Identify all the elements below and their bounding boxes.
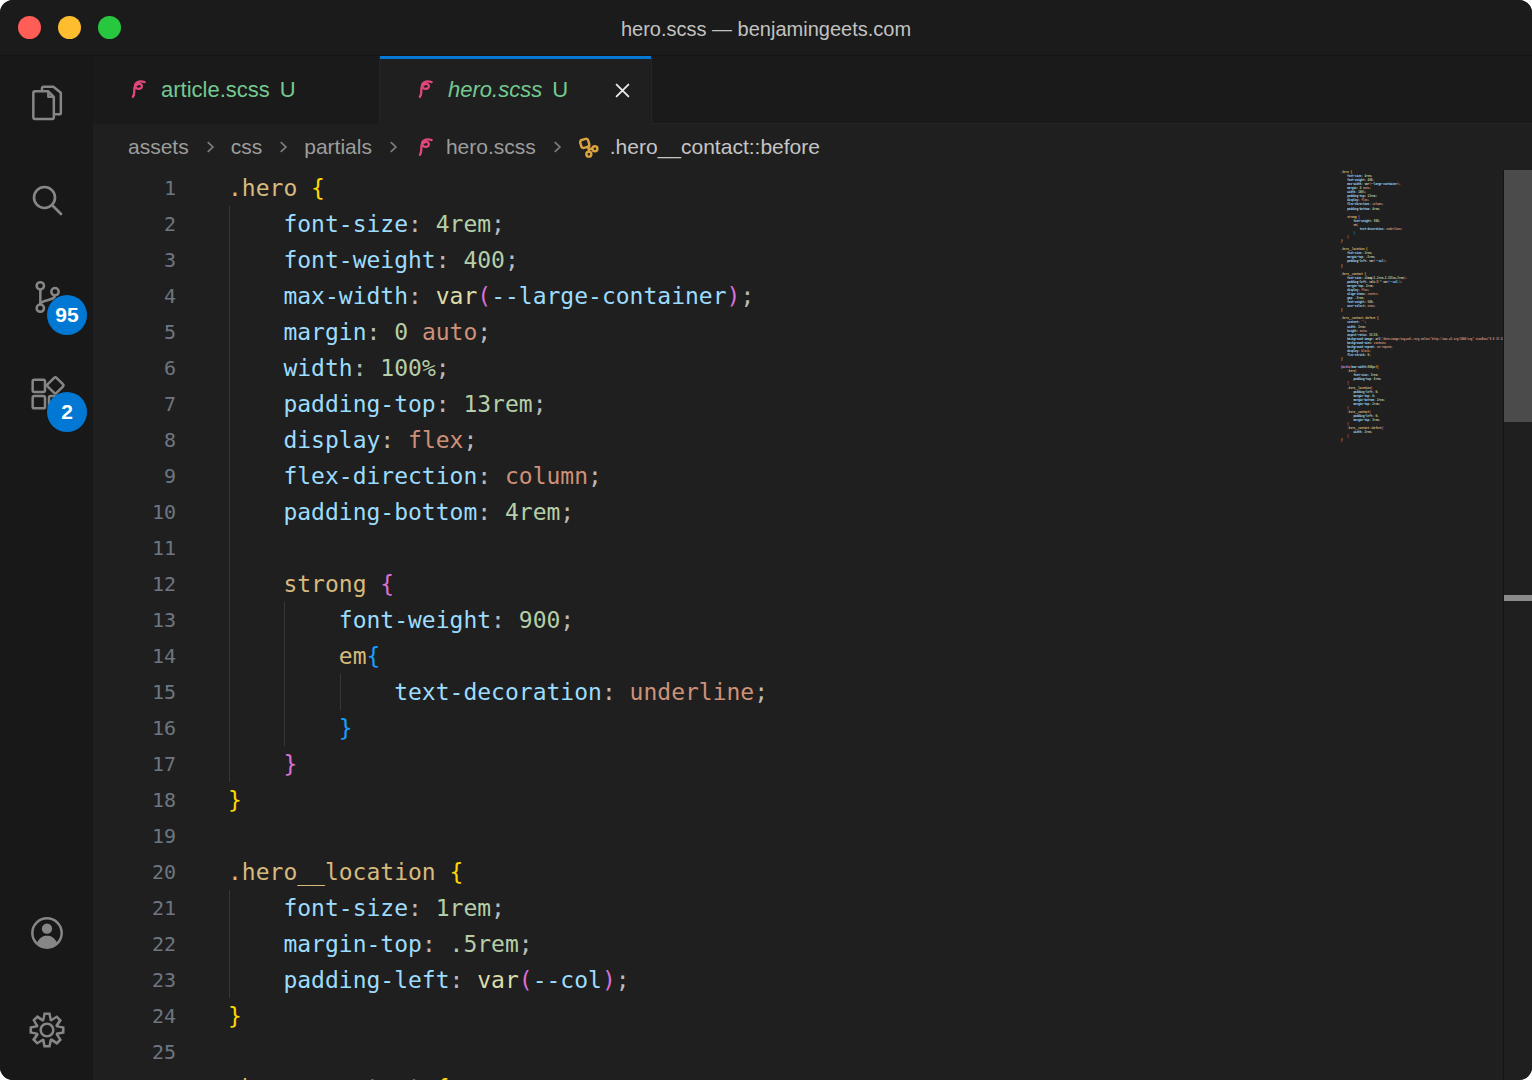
- chevron-right-icon: [384, 138, 402, 156]
- code-line: 21 font-size: 1rem;: [93, 890, 1335, 926]
- line-number: 25: [93, 1034, 176, 1070]
- activity-bar-item-accounts[interactable]: [0, 886, 93, 983]
- code-line: 25: [93, 1034, 1335, 1070]
- line-number: 18: [93, 782, 176, 818]
- code-line: 23 padding-left: var(--col);: [93, 962, 1335, 998]
- code-line: 2 font-size: 4rem;: [93, 206, 1335, 242]
- git-status-badge: U: [280, 77, 296, 103]
- code-line: 12 strong {: [93, 566, 1335, 602]
- line-number: 26: [93, 1070, 176, 1080]
- close-icon[interactable]: [612, 80, 633, 101]
- line-number: 13: [93, 602, 176, 638]
- code-line: 4 max-width: var(--large-container);: [93, 278, 1335, 314]
- tab-hero.scss[interactable]: hero.scss U: [380, 56, 652, 124]
- code-line: 24}: [93, 998, 1335, 1034]
- code-line: 20.hero__location {: [93, 854, 1335, 890]
- line-number: 21: [93, 890, 176, 926]
- activity-bar-item-settings[interactable]: [0, 983, 93, 1080]
- window-title: hero.scss — benjamingeets.com: [0, 0, 1532, 56]
- tab-label: hero.scss: [448, 77, 542, 103]
- activity-bar-item-search[interactable]: [0, 153, 93, 250]
- code-line: 3 font-weight: 400;: [93, 242, 1335, 278]
- line-number: 3: [93, 242, 176, 278]
- line-number: 22: [93, 926, 176, 962]
- overview-ruler-cursor-mark: [1504, 595, 1532, 601]
- chevron-right-icon: [201, 138, 219, 156]
- tab-article.scss[interactable]: article.scss U: [93, 56, 380, 124]
- scrollbar-thumb[interactable]: [1504, 170, 1532, 422]
- code-line: 13 font-weight: 900;: [93, 602, 1335, 638]
- tab-bar: article.scss Uhero.scss U: [93, 56, 1532, 124]
- activity-bar-item-extensions[interactable]: 2: [0, 347, 93, 444]
- code-line: 22 margin-top: .5rem;: [93, 926, 1335, 962]
- breadcrumb-item[interactable]: css: [231, 135, 263, 159]
- code-line: 8 display: flex;: [93, 422, 1335, 458]
- title-bar: hero.scss — benjamingeets.com: [0, 0, 1532, 56]
- code-line: 14 em{: [93, 638, 1335, 674]
- line-number: 8: [93, 422, 176, 458]
- account-icon: [27, 913, 67, 957]
- gear-icon: [27, 1010, 67, 1054]
- activity-badge: 2: [47, 392, 87, 432]
- vscode-window: hero.scss — benjamingeets.com 952 articl…: [0, 0, 1532, 1080]
- minimap[interactable]: .hero { font-size: 4rem; font-weight: 40…: [1335, 170, 1503, 1080]
- line-number: 23: [93, 962, 176, 998]
- code-line: 10 padding-bottom: 4rem;: [93, 494, 1335, 530]
- code-line: 17 }: [93, 746, 1335, 782]
- chevron-right-icon: [274, 138, 292, 156]
- line-number: 7: [93, 386, 176, 422]
- git-status-badge: U: [552, 77, 568, 103]
- breadcrumb-item[interactable]: assets: [128, 135, 189, 159]
- breadcrumb-item[interactable]: .hero__contact::before: [578, 135, 820, 159]
- line-number: 17: [93, 746, 176, 782]
- code-line: 7 padding-top: 13rem;: [93, 386, 1335, 422]
- line-number: 10: [93, 494, 176, 530]
- breadcrumb-item[interactable]: hero.scss: [414, 135, 536, 159]
- code-line: 11: [93, 530, 1335, 566]
- breadcrumb: assets css partials hero.scss .hero__contact…: [93, 124, 1532, 170]
- line-number: 2: [93, 206, 176, 242]
- code-line: 6 width: 100%;: [93, 350, 1335, 386]
- line-number: 1: [93, 170, 176, 206]
- line-number: 19: [93, 818, 176, 854]
- breadcrumb-item[interactable]: partials: [304, 135, 372, 159]
- line-number: 4: [93, 278, 176, 314]
- code-line: 5 margin: 0 auto;: [93, 314, 1335, 350]
- scrollbar[interactable]: [1503, 170, 1532, 1080]
- line-number: 5: [93, 314, 176, 350]
- scss-icon: [414, 78, 436, 102]
- scss-icon: [127, 78, 149, 102]
- code-line: 15 text-decoration: underline;: [93, 674, 1335, 710]
- activity-bar-item-explorer[interactable]: [0, 56, 93, 153]
- activity-bar: 95 2: [0, 56, 93, 1080]
- activity-badge: 95: [47, 295, 87, 335]
- line-number: 6: [93, 350, 176, 386]
- code-line: 19: [93, 818, 1335, 854]
- symbol-selector-icon: [578, 136, 600, 158]
- code-line: 16 }: [93, 710, 1335, 746]
- code-line: 9 flex-direction: column;: [93, 458, 1335, 494]
- line-number: 14: [93, 638, 176, 674]
- line-number: 15: [93, 674, 176, 710]
- search-icon: [27, 180, 67, 224]
- activity-bar-item-source-control[interactable]: 95: [0, 250, 93, 347]
- editor[interactable]: 1.hero {2 font-size: 4rem;3 font-weight:…: [93, 170, 1532, 1080]
- scss-icon: [414, 136, 436, 158]
- code-area[interactable]: 1.hero {2 font-size: 4rem;3 font-weight:…: [93, 170, 1335, 1080]
- line-number: 11: [93, 530, 176, 566]
- line-number: 12: [93, 566, 176, 602]
- line-number: 24: [93, 998, 176, 1034]
- line-number: 16: [93, 710, 176, 746]
- chevron-right-icon: [548, 138, 566, 156]
- code-line: 1.hero {: [93, 170, 1335, 206]
- code-line: 26.hero__contact {: [93, 1070, 1335, 1080]
- tab-label: article.scss: [161, 77, 270, 103]
- code-line: 18}: [93, 782, 1335, 818]
- files-icon: [27, 83, 67, 127]
- line-number: 9: [93, 458, 176, 494]
- line-number: 20: [93, 854, 176, 890]
